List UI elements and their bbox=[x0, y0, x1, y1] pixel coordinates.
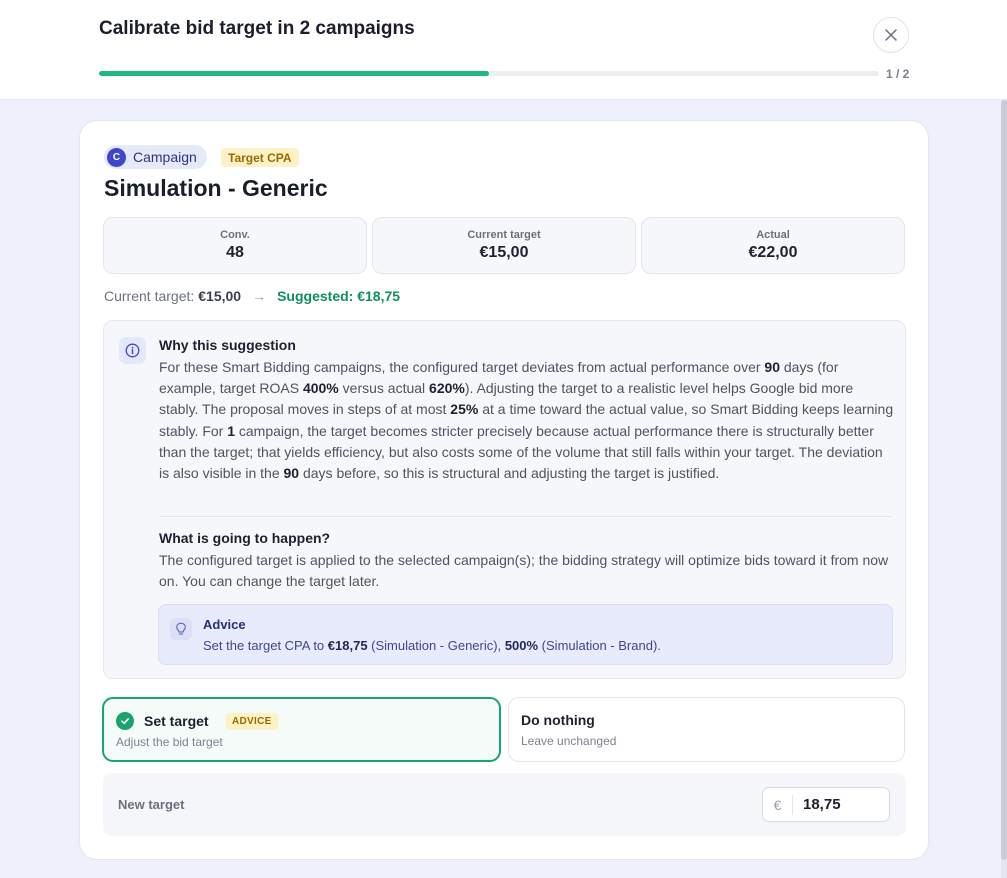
target-summary: Current target: €15,00 → Suggested: €18,… bbox=[104, 288, 400, 304]
advice-badge: ADVICE bbox=[226, 713, 278, 730]
stat-current-target: Current target €15,00 bbox=[372, 217, 636, 274]
new-target-input[interactable] bbox=[793, 796, 883, 813]
current-target-value: €15,00 bbox=[198, 288, 242, 304]
modal-header: Calibrate bid target in 2 campaigns 1 / … bbox=[0, 0, 1007, 100]
stat-conversions: Conv. 48 bbox=[103, 217, 367, 274]
currency-symbol: € bbox=[763, 794, 793, 815]
info-icon bbox=[119, 337, 146, 364]
scrollbar[interactable] bbox=[1001, 100, 1007, 878]
modal-title: Calibrate bid target in 2 campaigns bbox=[99, 18, 415, 39]
suggested-target: Suggested: €18,75 bbox=[277, 288, 401, 304]
current-target-label: Current target: bbox=[104, 288, 195, 304]
stat-value: €22,00 bbox=[748, 244, 798, 261]
progress-count: 1 / 2 bbox=[886, 67, 910, 81]
campaign-type-pill: C Campaign bbox=[104, 145, 207, 169]
lightbulb-icon bbox=[170, 618, 192, 640]
arrow-right-icon: → bbox=[252, 288, 267, 304]
option-subtitle: Adjust the bid target bbox=[116, 735, 223, 749]
divider bbox=[159, 516, 891, 517]
new-target-field[interactable]: € bbox=[762, 787, 890, 822]
stat-value: 48 bbox=[226, 244, 244, 261]
happen-body: The configured target is applied to the … bbox=[159, 552, 889, 590]
option-subtitle: Leave unchanged bbox=[521, 734, 617, 748]
campaign-type-label: Campaign bbox=[133, 149, 197, 165]
option-title: Do nothing bbox=[521, 712, 595, 728]
option-set-target[interactable]: Set target ADVICE Adjust the bid target bbox=[102, 697, 501, 762]
stat-value: €15,00 bbox=[479, 244, 529, 261]
scrollbar-thumb[interactable] bbox=[1001, 100, 1007, 860]
new-target-row: New target € bbox=[103, 773, 906, 836]
stat-label: Actual bbox=[756, 229, 790, 241]
check-icon bbox=[116, 712, 134, 730]
advice-text: Set the target CPA to €18,75 (Simulation… bbox=[203, 638, 661, 653]
advice-title: Advice bbox=[203, 617, 246, 632]
progress-bar bbox=[99, 71, 879, 76]
campaign-initial-icon: C bbox=[107, 147, 126, 167]
why-body: For these Smart Bidding campaigns, the c… bbox=[159, 359, 894, 482]
why-title: Why this suggestion bbox=[159, 337, 296, 353]
stat-label: Conv. bbox=[220, 229, 250, 241]
campaign-card: C Campaign Target CPA Simulation - Gener… bbox=[79, 120, 929, 860]
campaign-name: Simulation - Generic bbox=[104, 175, 328, 201]
new-target-label: New target bbox=[118, 797, 185, 812]
explanation-panel: Why this suggestion For these Smart Bidd… bbox=[103, 320, 906, 679]
happen-title: What is going to happen? bbox=[159, 530, 331, 546]
option-do-nothing[interactable]: Do nothing Leave unchanged bbox=[508, 697, 905, 762]
option-title: Set target bbox=[144, 713, 209, 729]
advice-callout: Advice Set the target CPA to €18,75 (Sim… bbox=[158, 604, 893, 665]
strategy-badge: Target CPA bbox=[221, 148, 299, 167]
stat-label: Current target bbox=[467, 229, 541, 241]
stat-actual: Actual €22,00 bbox=[641, 217, 905, 274]
close-button[interactable] bbox=[873, 17, 909, 53]
close-icon bbox=[885, 29, 897, 41]
progress-fill bbox=[99, 71, 489, 76]
